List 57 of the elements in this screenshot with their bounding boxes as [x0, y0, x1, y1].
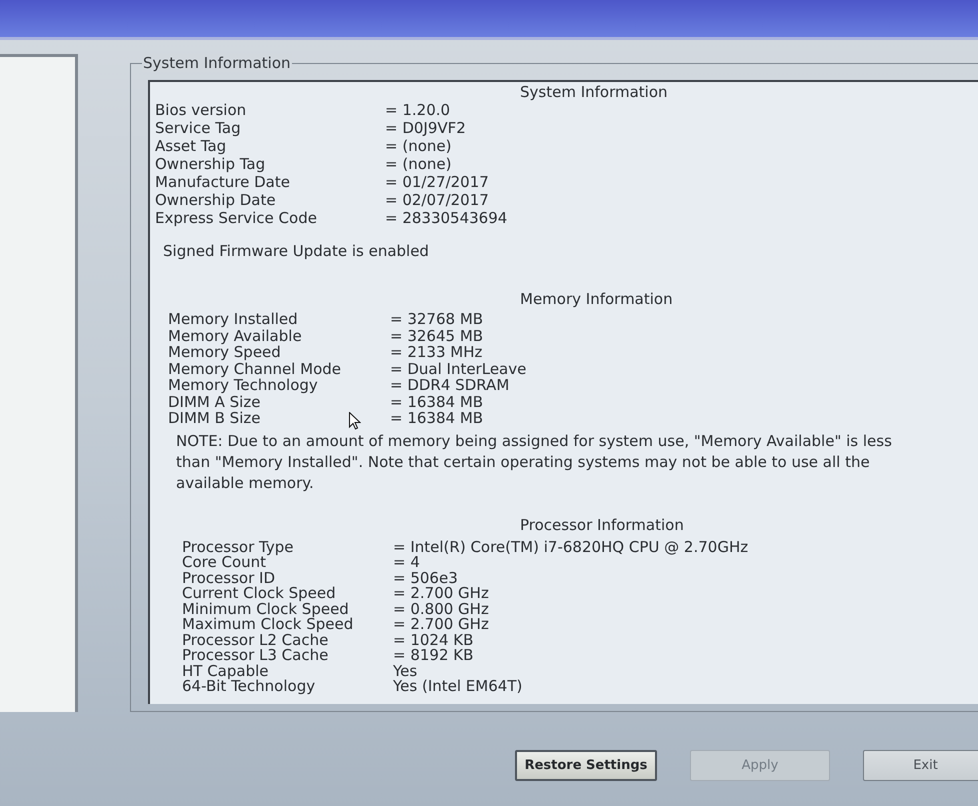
info-label: Memory Installed: [168, 310, 298, 328]
info-label: Processor Type: [182, 538, 294, 556]
info-label: Express Service Code: [155, 209, 317, 227]
info-label: Processor L3 Cache: [182, 646, 328, 664]
info-value: = (none): [385, 137, 452, 155]
info-label: Processor ID: [182, 568, 275, 586]
info-value: Yes (Intel EM64T): [393, 679, 522, 694]
info-value: = Intel(R) Core(TM) i7-6820HQ CPU @ 2.70GHz: [393, 540, 748, 555]
info-label: Service Tag: [155, 119, 241, 137]
info-value: = 1024 KB: [393, 632, 474, 648]
section-heading: Memory Information: [520, 290, 673, 308]
info-label: Processor L2 Cache: [182, 630, 328, 648]
info-label: DIMM A Size: [168, 392, 260, 410]
info-value: = 32645 MB: [390, 328, 484, 344]
info-value: = 2.700 GHz: [393, 617, 489, 632]
info-value: = 02/07/2017: [385, 191, 489, 209]
group-box-title: System Information: [142, 54, 292, 72]
info-value: = 32768 MB: [390, 311, 484, 328]
mouse-pointer-icon: [349, 412, 361, 430]
dialog-button[interactable]: Exit: [863, 750, 978, 781]
info-value: = (none): [385, 155, 452, 173]
info-value: Yes: [393, 664, 418, 679]
info-label: DIMM B Size: [168, 409, 260, 427]
info-label: Memory Speed: [168, 343, 281, 361]
info-value: = 16384 MB: [390, 394, 484, 410]
info-label: Core Count: [182, 553, 266, 571]
info-value: = 506e3: [393, 570, 458, 586]
info-label: Memory Channel Mode: [168, 360, 341, 378]
dialog-button[interactable]: Restore Settings: [515, 750, 657, 781]
info-value: = D0J9VF2: [385, 119, 466, 137]
info-value: = 28330543694: [385, 209, 508, 227]
info-value: = 1.20.0: [385, 101, 450, 119]
section-heading: System Information: [520, 83, 668, 101]
info-value: = DDR4 SDRAM: [390, 377, 510, 394]
info-label: Asset Tag: [155, 137, 226, 155]
info-note: NOTE: Due to an amount of memory being assigned for system use, "Memory Available" is less than "Memory Installed". Note that certain operating systems may not be able to use all the available memory.: [176, 430, 893, 494]
info-label: Current Clock Speed: [182, 584, 336, 602]
info-value: = 2.700 GHz: [393, 586, 489, 602]
info-note: Signed Firmware Update is enabled: [163, 243, 429, 260]
info-label: Minimum Clock Speed: [182, 600, 349, 618]
info-value: = 4: [393, 555, 420, 570]
info-label: Maximum Clock Speed: [182, 615, 354, 633]
info-value: = 0.800 GHz: [393, 602, 489, 617]
info-value: = Dual InterLeave: [390, 360, 526, 377]
info-value: = 8192 KB: [393, 648, 474, 664]
section-heading: Processor Information: [520, 516, 684, 534]
info-value: = 2133 MHz: [390, 344, 482, 360]
info-value: = 16384 MB: [390, 410, 484, 426]
info-label: Memory Available: [168, 326, 302, 344]
info-label: Manufacture Date: [155, 173, 290, 191]
info-label: Memory Technology: [168, 376, 318, 394]
info-label: 64-Bit Technology: [182, 677, 316, 695]
info-label: Ownership Date: [155, 191, 276, 209]
info-value: = 01/27/2017: [385, 173, 489, 191]
info-label: Ownership Tag: [155, 155, 266, 173]
info-label: HT Capable: [182, 662, 269, 680]
info-label: Bios version: [155, 101, 246, 119]
